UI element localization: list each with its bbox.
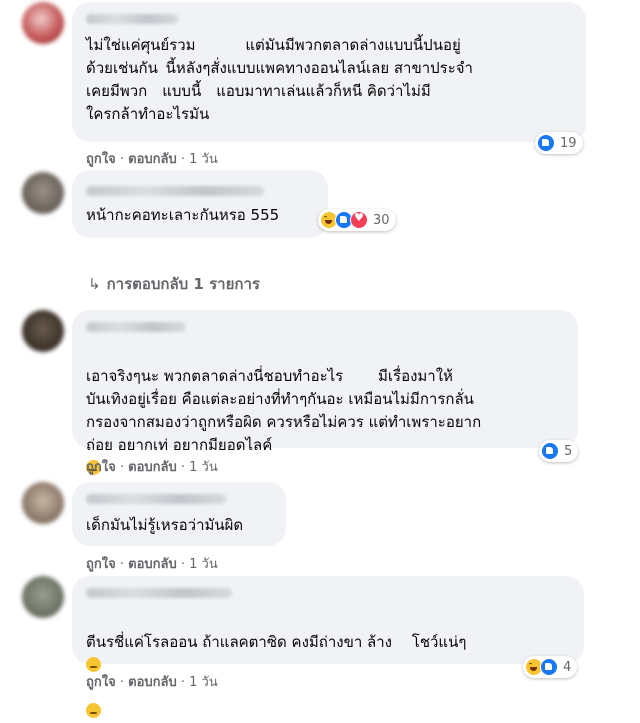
avatar[interactable] xyxy=(22,576,64,618)
separator: · xyxy=(119,152,124,167)
reaction-count: 4 xyxy=(563,659,572,675)
reaction-summary[interactable]: 30 xyxy=(318,209,396,231)
relieved-emoji-icon xyxy=(86,703,101,718)
reply-link[interactable]: ตอบกลับ xyxy=(128,557,177,572)
relieved-emoji-icon xyxy=(86,657,101,672)
separator: · xyxy=(180,675,186,690)
timestamp[interactable]: 1 วัน xyxy=(189,152,218,167)
replies-label: การตอบกลับ 1 รายการ xyxy=(106,275,260,293)
love-reaction-icon xyxy=(350,211,368,229)
reaction-summary[interactable]: 19 xyxy=(535,132,583,154)
separator: · xyxy=(119,557,124,572)
like-link[interactable]: ถูกใจ xyxy=(86,152,116,167)
like-reaction-icon xyxy=(540,658,558,676)
comment-text: ไม่ใช่แค่ศุนย์รวม แต่มันมีพวกตลาดล่างแบบ… xyxy=(86,36,473,123)
timestamp[interactable]: 1 วัน xyxy=(189,675,218,690)
separator: · xyxy=(180,460,186,475)
author-name-blurred[interactable] xyxy=(86,494,226,504)
comment-actions: ถูกใจ · ตอบกลับ · 1 วัน xyxy=(86,553,218,574)
author-name-blurred[interactable] xyxy=(86,14,178,24)
comment-text: ตีนรชี่แค่โรลออน ถ้าแลคตาซิด คงมีถ่างขา … xyxy=(86,608,584,723)
author-name-blurred[interactable] xyxy=(86,186,264,196)
reply-link[interactable]: ตอบกลับ xyxy=(128,152,177,167)
reply-link[interactable]: ตอบกลับ xyxy=(128,675,177,690)
author-name-blurred[interactable] xyxy=(86,588,232,598)
reaction-count: 5 xyxy=(564,443,573,459)
separator: · xyxy=(180,557,186,572)
reply-arrow-icon: ↳ xyxy=(88,275,101,293)
comment-text: เด็กมันไม่รู้เหรอว่ามันผิด xyxy=(86,516,244,534)
comment-bubble: เอาจริงๆนะ พวกตลาดล่างนี่ชอบทำอะไร มีเรื… xyxy=(72,310,578,475)
separator: · xyxy=(119,675,124,690)
author-name-blurred[interactable] xyxy=(86,322,186,332)
comment-actions: ถูกใจ · ตอบกลับ · 1 วัน xyxy=(86,148,218,169)
reaction-summary[interactable]: 4 xyxy=(523,656,578,678)
timestamp[interactable]: 1 วัน xyxy=(189,557,218,572)
comment-actions: ถูกใจ · ตอบกลับ · 1 วัน xyxy=(86,456,218,477)
avatar[interactable] xyxy=(22,482,64,524)
comment-bubble: หน้ากะคอทะเลาะกันหรอ 555 xyxy=(72,170,328,238)
comment-text-content: ตีนรชี่แค่โรลออน ถ้าแลคตาซิด คงมีถ่างขา … xyxy=(86,633,467,651)
like-link[interactable]: ถูกใจ xyxy=(86,460,116,475)
separator: · xyxy=(119,460,124,475)
comment-actions: ถูกใจ · ตอบกลับ · 1 วัน xyxy=(86,671,218,692)
reply-link[interactable]: ตอบกลับ xyxy=(128,460,177,475)
comment-bubble: ไม่ใช่แค่ศุนย์รวม แต่มันมีพวกตลาดล่างแบบ… xyxy=(72,2,586,142)
comment-text: หน้ากะคอทะเลาะกันหรอ 555 xyxy=(86,206,280,224)
avatar[interactable] xyxy=(22,2,64,44)
like-reaction-icon xyxy=(541,442,559,460)
like-link[interactable]: ถูกใจ xyxy=(86,675,116,690)
reaction-summary[interactable]: 5 xyxy=(539,440,579,462)
separator: · xyxy=(180,152,186,167)
comment-bubble: ตีนรชี่แค่โรลออน ถ้าแลคตาซิด คงมีถ่างขา … xyxy=(72,576,584,718)
reaction-count: 19 xyxy=(560,135,577,151)
like-reaction-icon xyxy=(537,134,555,152)
like-link[interactable]: ถูกใจ xyxy=(86,557,116,572)
view-replies-link[interactable]: ↳ การตอบกลับ 1 รายการ xyxy=(88,272,260,296)
avatar[interactable] xyxy=(22,172,64,214)
reaction-count: 30 xyxy=(373,212,390,228)
timestamp[interactable]: 1 วัน xyxy=(189,460,218,475)
comment-bubble: เด็กมันไม่รู้เหรอว่ามันผิด xyxy=(72,482,286,546)
comment-text-content: เอาจริงๆนะ พวกตลาดล่างนี่ชอบทำอะไร มีเรื… xyxy=(86,367,482,454)
avatar[interactable] xyxy=(22,310,64,352)
